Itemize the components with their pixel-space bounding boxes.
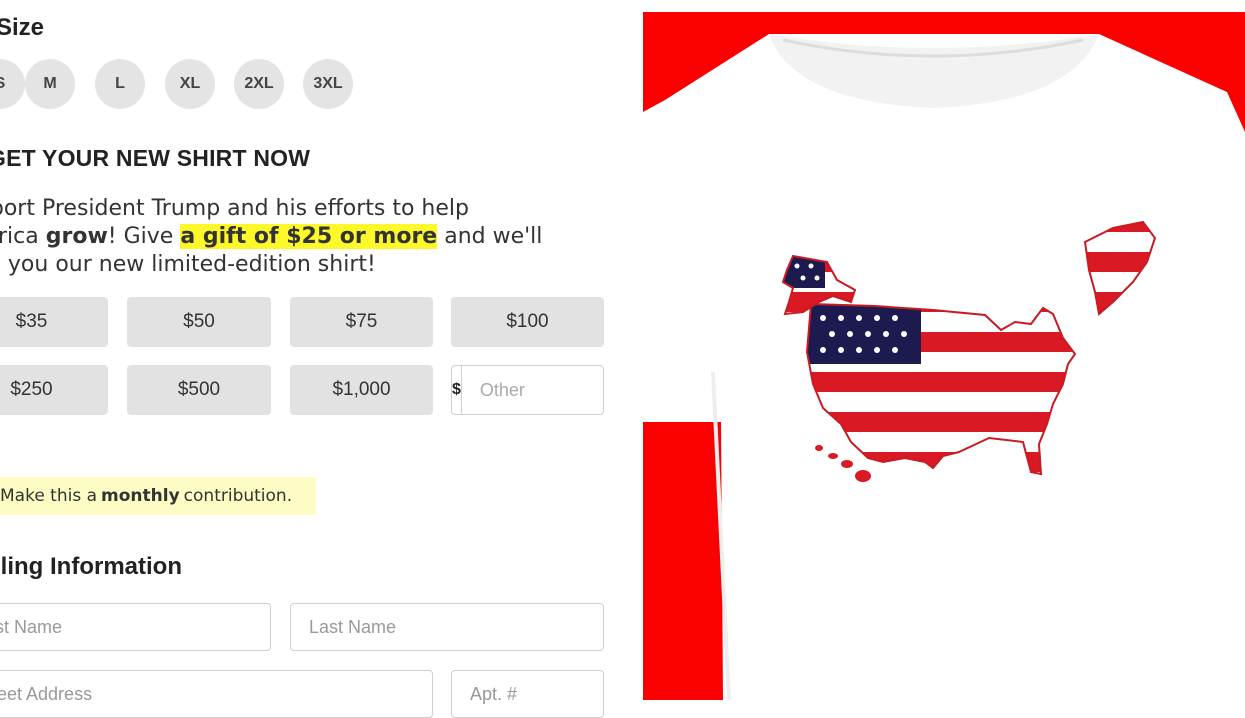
last-name-field[interactable] [290,603,604,651]
offer-description: Support President Trump and his efforts … [0,195,548,279]
amount-1000-button[interactable]: $1,000 [290,365,433,415]
monthly-text-before: Make this a [0,486,98,506]
offer-text-2: ! Give [107,224,181,249]
monthly-text-after: contribution. [183,486,293,506]
size-heading: Size [0,14,45,41]
monthly-text-bold: monthly [101,486,180,506]
amount-250-button[interactable]: $250 [0,365,108,415]
billing-heading: Billing Information [0,553,182,580]
amount-75-button[interactable]: $75 [290,297,433,347]
monthly-contribution-toggle[interactable]: Make this a monthly contribution. [0,477,316,515]
other-amount-field: $ [451,365,712,415]
product-image [643,12,1245,700]
amount-500-button[interactable]: $500 [127,365,271,415]
offer-text-bold: grow [45,224,108,249]
size-option-l[interactable]: L [95,59,145,109]
street-address-field[interactable] [0,670,433,718]
offer-heading: GET YOUR NEW SHIRT NOW [0,145,311,171]
size-option-3xl[interactable]: 3XL [303,59,353,109]
size-option-m[interactable]: M [25,59,75,109]
first-name-field[interactable] [0,603,271,651]
amount-100-button[interactable]: $100 [451,297,604,347]
amount-50-button[interactable]: $50 [127,297,271,347]
size-option-xl[interactable]: XL [165,59,215,109]
tshirt-graphic [643,34,1245,700]
currency-symbol: $ [452,366,462,414]
offer-gift-highlight: a gift of $25 or more [180,224,438,249]
amount-35-button[interactable]: $35 [0,297,108,347]
size-option-2xl[interactable]: 2XL [234,59,284,109]
size-option-s[interactable]: S [0,59,25,109]
apt-field[interactable] [451,670,604,718]
